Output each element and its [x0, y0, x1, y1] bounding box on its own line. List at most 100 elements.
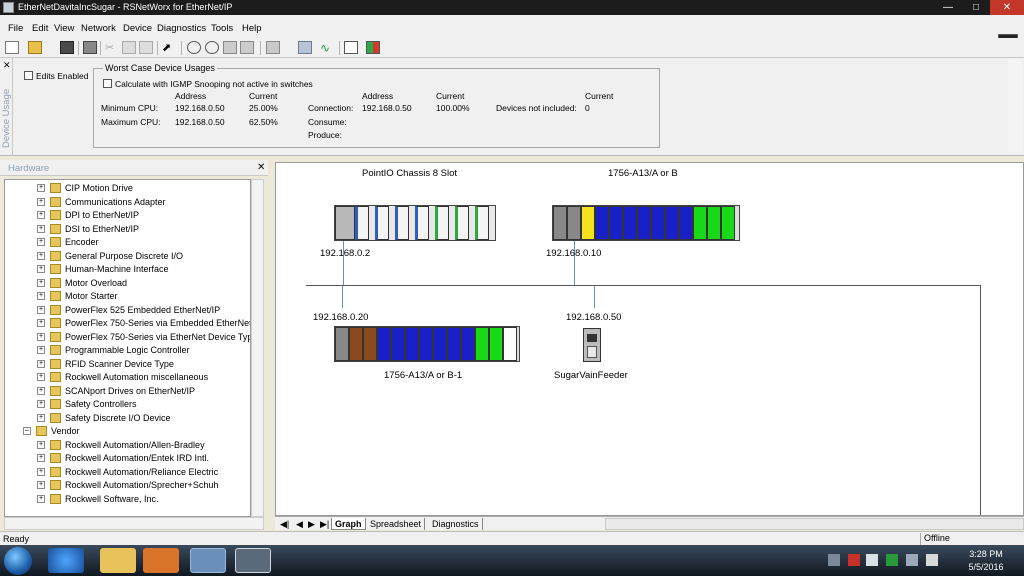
toolbar: ✂ ⬈ ∿ [0, 38, 1024, 58]
menu-device[interactable]: Device [123, 23, 152, 34]
device-name: SugarVainFeeder [554, 370, 628, 381]
online-icon[interactable] [223, 41, 237, 54]
menu-tools[interactable]: Tools [211, 23, 233, 34]
min-cpu-address: 192.168.0.50 [175, 103, 225, 113]
device-usage-tab-label: Device Usage [1, 88, 12, 148]
maximize-button[interactable]: □ [962, 0, 990, 15]
properties-icon[interactable] [266, 41, 280, 54]
network-browse-icon[interactable] [298, 41, 312, 54]
max-cpu-current: 62.50% [249, 117, 278, 127]
volume-tray-icon[interactable] [926, 554, 938, 566]
select-pointer-icon[interactable]: ⬈ [162, 41, 176, 54]
app-icon [3, 2, 14, 13]
tab-diagnostics[interactable]: Diagnostics [429, 518, 483, 530]
media-player-icon[interactable] [143, 548, 179, 573]
hardware-tree[interactable]: + CIP Motion Drive + Communications Adapte… [4, 179, 251, 517]
zoom-out-icon[interactable] [205, 41, 219, 54]
tab-prev-icon[interactable]: ◀ [293, 518, 306, 530]
save-icon[interactable] [60, 41, 74, 54]
internet-explorer-icon[interactable] [48, 548, 84, 573]
igmp-checkbox[interactable] [103, 79, 112, 88]
not-included-label: Devices not included: [496, 103, 577, 113]
device-usage-tab: ✕ Device Usage [0, 58, 13, 156]
menu-help[interactable]: Help [242, 23, 262, 34]
powerflex-drive-icon[interactable] [583, 328, 601, 362]
igmp-label: Calculate with IGMP Snooping not active … [115, 79, 313, 89]
controllogix-chassis-10[interactable] [552, 205, 740, 241]
menu-edit[interactable]: Edit [32, 23, 48, 34]
pulse-icon[interactable]: ∿ [320, 41, 334, 55]
start-button[interactable] [4, 547, 32, 575]
tray-icon[interactable] [828, 554, 840, 566]
report-icon[interactable] [344, 41, 358, 54]
signal-tray-icon[interactable] [906, 554, 918, 566]
tab-first-icon[interactable]: ◀| [277, 518, 292, 530]
backbone-drop [980, 285, 981, 515]
not-included-value: 0 [585, 103, 590, 113]
hardware-title: Hardware [8, 163, 50, 174]
network-graph[interactable]: PointIO Chassis 8 Slot 192.168.0.2 1756-… [275, 162, 1024, 516]
device-usage-icon[interactable] [366, 41, 380, 54]
pdf-tray-icon[interactable] [848, 554, 860, 566]
connection-address: 192.168.0.50 [362, 103, 412, 113]
connection-label: Connection: [308, 103, 354, 113]
upload-icon[interactable] [240, 41, 254, 54]
status-bar: Ready Offline [0, 531, 1024, 545]
close-button[interactable]: ✕ [990, 0, 1024, 15]
menu-file[interactable]: File [8, 23, 23, 34]
hardware-horizontal-scrollbar[interactable] [4, 517, 264, 530]
taskbar: 3:28 PM 5/5/2016 [0, 545, 1024, 576]
device-ip: 192.168.0.2 [320, 248, 371, 259]
menu-bar: File Edit View Network Device Diagnostic… [0, 15, 1024, 53]
min-cpu-current: 25.00% [249, 103, 278, 113]
ethernet-backbone [306, 285, 981, 286]
controllogix-chassis-20[interactable] [334, 326, 520, 362]
close-panel-icon[interactable]: ✕ [3, 60, 11, 71]
device-usage-panel: ✕ Device Usage Edits Enabled Worst Case … [0, 58, 1024, 156]
open-icon[interactable] [28, 41, 42, 54]
link-line [342, 286, 343, 308]
tab-next-icon[interactable]: ▶ [305, 518, 318, 530]
copy-icon[interactable] [122, 41, 136, 54]
flag-tray-icon[interactable] [866, 554, 878, 566]
paste-icon[interactable] [139, 41, 153, 54]
max-cpu-address: 192.168.0.50 [175, 117, 225, 127]
file-explorer-icon[interactable] [100, 548, 136, 573]
print-icon[interactable] [83, 41, 97, 54]
tab-spreadsheet[interactable]: Spreadsheet [367, 518, 426, 530]
menu-view[interactable]: View [54, 23, 74, 34]
menu-diagnostics[interactable]: Diagnostics [157, 23, 206, 34]
cpu-current-header: Current [249, 91, 278, 101]
window-title: EtherNetDavitaIncSugar - RSNetWorx for E… [18, 2, 233, 12]
network-tray-icon[interactable] [886, 554, 898, 566]
link-line [594, 286, 595, 308]
consume-label: Consume: [308, 117, 347, 127]
connection-address-header: Address [362, 91, 394, 101]
close-hardware-icon[interactable]: ✕ [257, 162, 265, 173]
remote-desktop-icon[interactable] [190, 548, 226, 573]
menu-network[interactable]: Network [81, 23, 116, 34]
rsnetworx-taskbar-icon[interactable] [235, 548, 271, 573]
device-name: 1756-A13/A or B-1 [384, 370, 463, 381]
worst-case-title: Worst Case Device Usages [103, 63, 217, 73]
edits-enabled-label: Edits Enabled [36, 71, 89, 81]
tab-graph[interactable]: Graph [331, 518, 366, 530]
new-icon[interactable] [5, 41, 19, 54]
zoom-in-icon[interactable] [187, 41, 201, 54]
title-bar: EtherNetDavitaIncSugar - RSNetWorx for E… [0, 0, 1024, 15]
max-cpu-label: Maximum CPU: [101, 117, 161, 127]
not-included-header: Current [585, 91, 614, 101]
graph-horizontal-scrollbar[interactable] [605, 518, 1024, 530]
clock-date[interactable]: 5/5/2016 [966, 562, 1006, 572]
clock-time[interactable]: 3:28 PM [966, 549, 1006, 559]
connection-current-header: Current [436, 91, 465, 101]
hardware-vertical-scrollbar[interactable] [251, 179, 264, 517]
hardware-header: Hardware ✕ [0, 160, 268, 176]
minimize-button[interactable]: — [934, 0, 962, 15]
usage-scrollbar[interactable] [1008, 60, 1022, 152]
device-ip: 192.168.0.50 [566, 312, 622, 323]
pointio-chassis[interactable] [334, 205, 496, 241]
cut-icon[interactable]: ✂ [105, 41, 119, 54]
tab-last-icon[interactable]: ▶| [317, 518, 332, 530]
edits-enabled-checkbox[interactable] [24, 71, 33, 80]
